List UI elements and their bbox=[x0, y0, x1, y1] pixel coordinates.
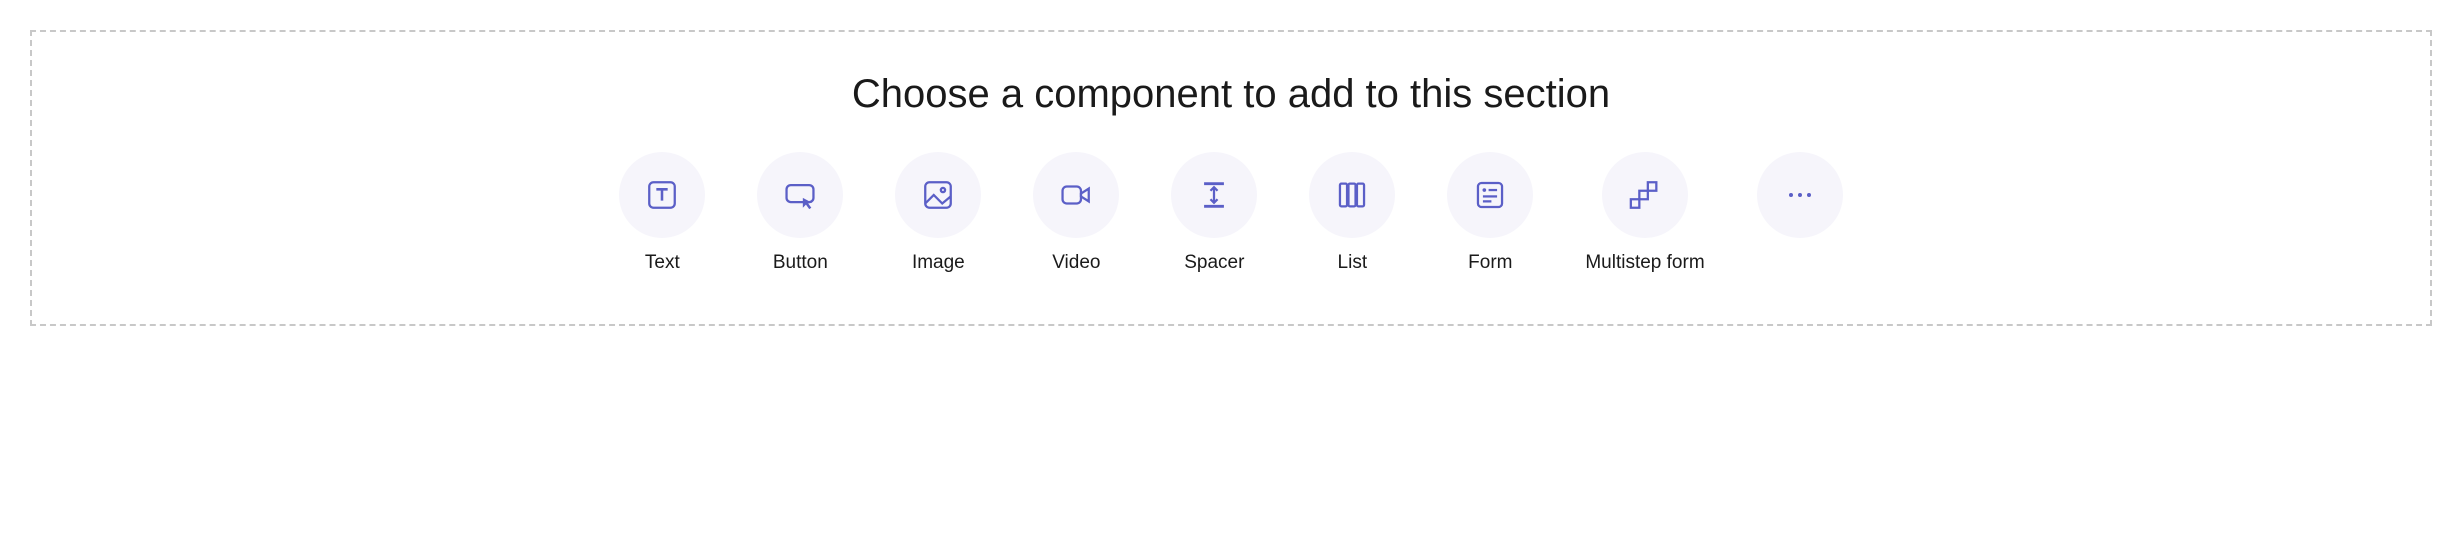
add-text-button[interactable]: Text bbox=[619, 152, 705, 274]
add-component-section: Choose a component to add to this sectio… bbox=[30, 30, 2432, 326]
section-title: Choose a component to add to this sectio… bbox=[852, 72, 1610, 117]
add-video-button[interactable]: Video bbox=[1033, 152, 1119, 274]
more-components-button[interactable] bbox=[1757, 152, 1843, 252]
video-icon bbox=[1033, 152, 1119, 238]
component-label: Button bbox=[773, 252, 828, 274]
button-icon bbox=[757, 152, 843, 238]
image-icon bbox=[895, 152, 981, 238]
component-label: Multistep form bbox=[1585, 252, 1704, 274]
multistep-form-icon bbox=[1602, 152, 1688, 238]
spacer-icon bbox=[1171, 152, 1257, 238]
component-label: Form bbox=[1468, 252, 1512, 274]
text-icon bbox=[619, 152, 705, 238]
component-label: Spacer bbox=[1184, 252, 1244, 274]
add-button-button[interactable]: Button bbox=[757, 152, 843, 274]
component-label: Text bbox=[645, 252, 680, 274]
add-spacer-button[interactable]: Spacer bbox=[1171, 152, 1257, 274]
more-icon bbox=[1757, 152, 1843, 238]
list-icon bbox=[1309, 152, 1395, 238]
component-label: List bbox=[1338, 252, 1368, 274]
add-list-button[interactable]: List bbox=[1309, 152, 1395, 274]
component-options-row: Text Button Image bbox=[619, 152, 1842, 274]
component-label: Video bbox=[1052, 252, 1100, 274]
component-label: Image bbox=[912, 252, 965, 274]
form-icon bbox=[1447, 152, 1533, 238]
add-image-button[interactable]: Image bbox=[895, 152, 981, 274]
add-multistep-form-button[interactable]: Multistep form bbox=[1585, 152, 1704, 274]
add-form-button[interactable]: Form bbox=[1447, 152, 1533, 274]
